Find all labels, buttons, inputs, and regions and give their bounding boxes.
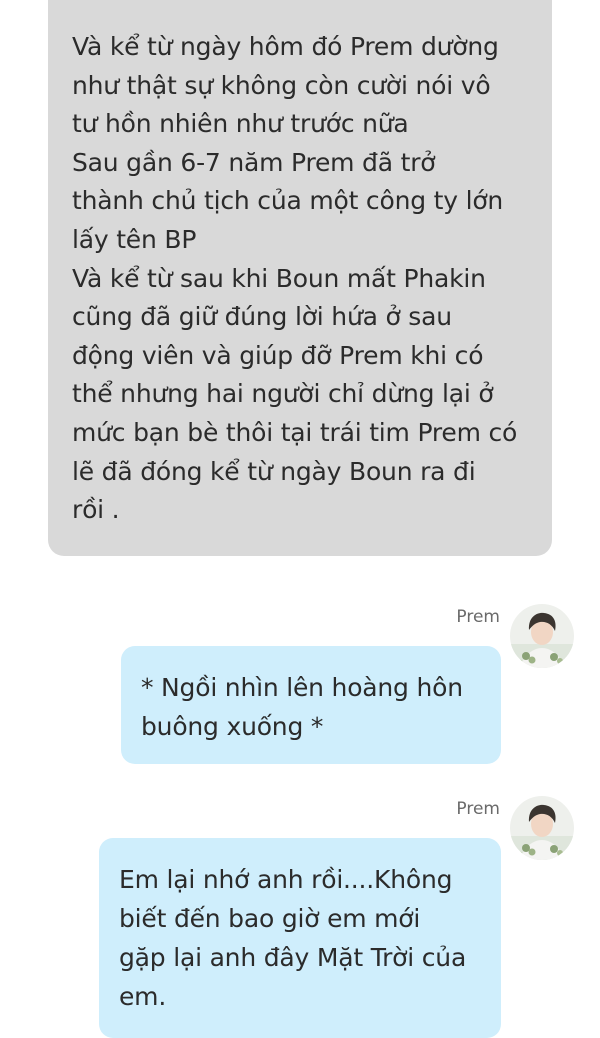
message-bubble[interactable]: * Ngồi nhìn lên hoàng hôn buông xuống * <box>121 646 501 764</box>
narrator-message-text: Và kể từ ngày hôm đó Prem dường như thật… <box>72 32 518 525</box>
message-text: Em lại nhớ anh rồi....Không biết đến bao… <box>119 865 467 1011</box>
message-sender-name: Prem <box>456 607 500 627</box>
avatar-photo-icon <box>510 796 574 860</box>
sender-avatar[interactable] <box>510 796 574 860</box>
avatar-photo-icon <box>510 604 574 668</box>
message-bubble[interactable]: Em lại nhớ anh rồi....Không biết đến bao… <box>99 838 501 1038</box>
sender-avatar[interactable] <box>510 604 574 668</box>
narrator-message-bubble: Và kể từ ngày hôm đó Prem dường như thật… <box>48 0 552 556</box>
chat-thread: Và kể từ ngày hôm đó Prem dường như thật… <box>0 0 600 1038</box>
message-sender-name: Prem <box>456 799 500 819</box>
message-text: * Ngồi nhìn lên hoàng hôn buông xuống * <box>141 673 463 741</box>
